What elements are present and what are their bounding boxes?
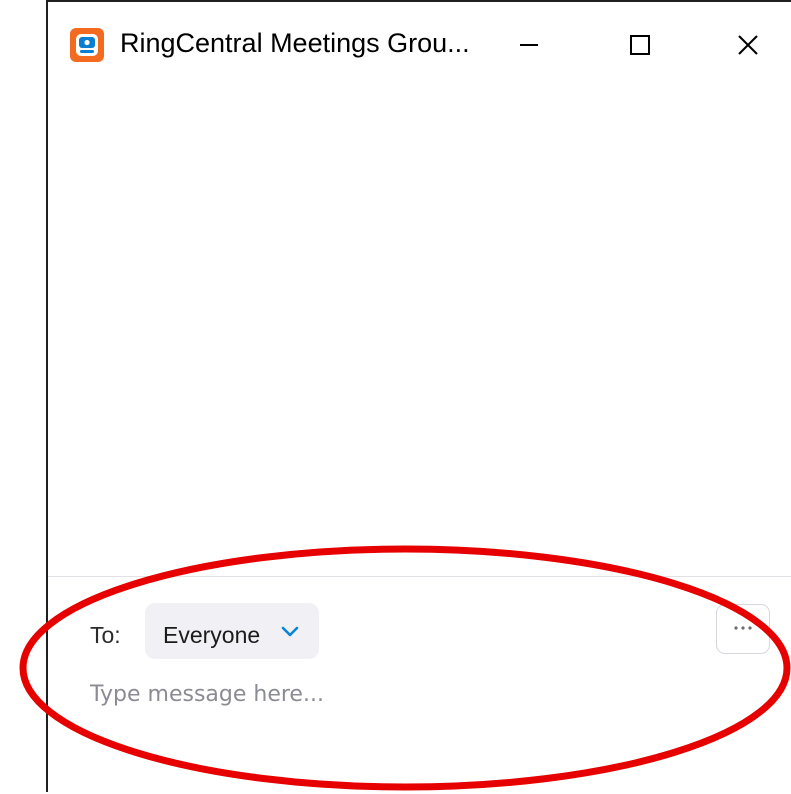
- to-label: To:: [90, 622, 121, 648]
- chevron-down-icon: [281, 626, 299, 637]
- ringcentral-app-icon: [70, 28, 104, 62]
- minimize-icon: [520, 44, 538, 46]
- title-bar[interactable]: RingCentral Meetings Grou...: [48, 2, 791, 88]
- recipient-label: Everyone: [163, 622, 261, 648]
- window-title: RingCentral Meetings Grou...: [120, 28, 470, 58]
- close-icon: [738, 35, 758, 55]
- more-options-icon: [734, 626, 752, 630]
- chat-window: RingCentral Meetings Grou... To: Everyon…: [46, 0, 791, 792]
- maximize-icon: [630, 35, 650, 55]
- recipient-dropdown[interactable]: Everyone: [145, 603, 319, 659]
- chat-message-area[interactable]: [48, 88, 791, 576]
- compose-panel: To: Everyone: [48, 577, 791, 794]
- minimize-button[interactable]: [501, 20, 557, 70]
- close-button[interactable]: [720, 20, 776, 70]
- message-input[interactable]: [90, 669, 710, 719]
- more-options-button[interactable]: [716, 604, 770, 654]
- maximize-button[interactable]: [612, 20, 668, 70]
